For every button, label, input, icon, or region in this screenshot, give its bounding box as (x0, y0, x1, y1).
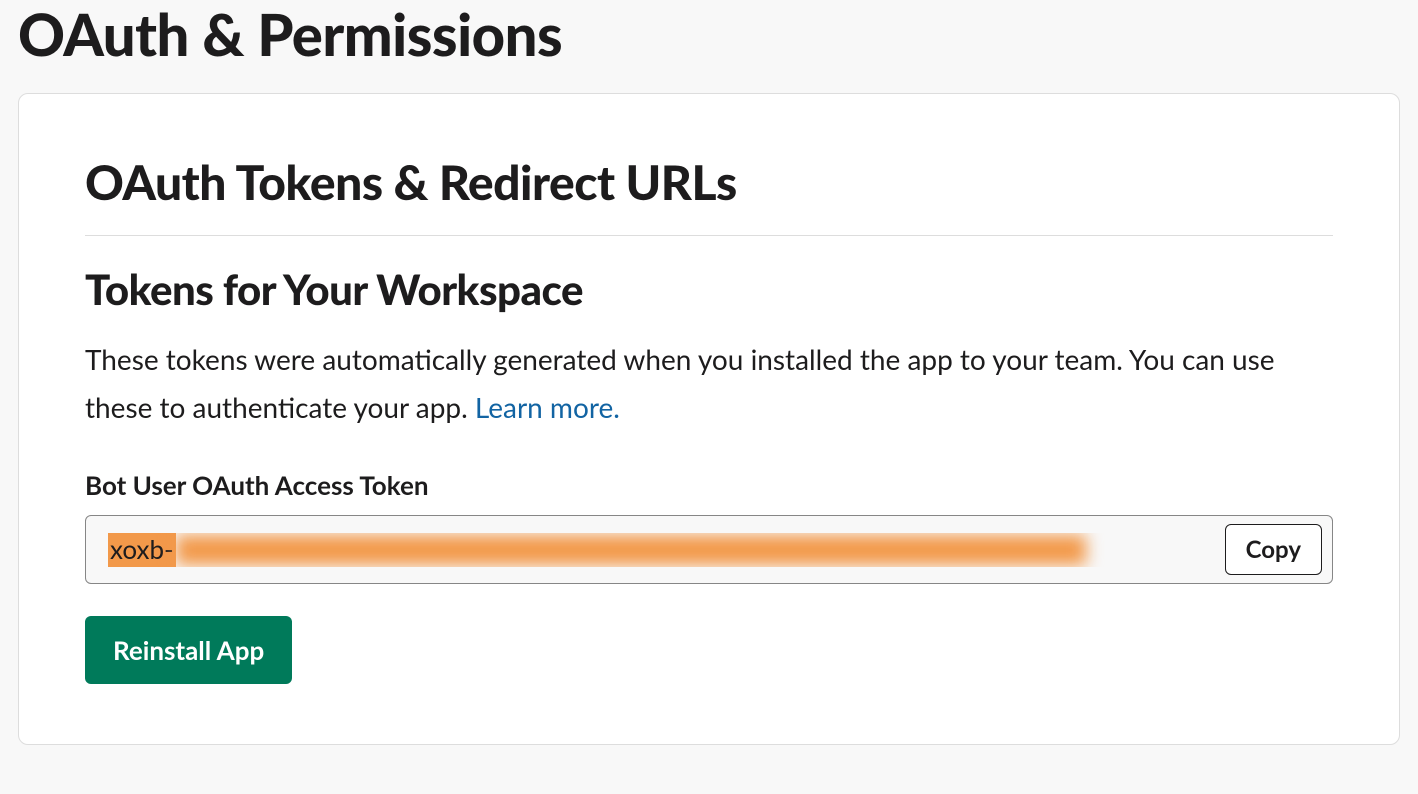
tokens-subsection-title: Tokens for Your Workspace (85, 264, 1333, 314)
section-title: OAuth Tokens & Redirect URLs (85, 154, 1333, 235)
learn-more-link[interactable]: Learn more. (475, 390, 620, 424)
reinstall-app-button[interactable]: Reinstall App (85, 616, 292, 684)
tokens-description-text: These tokens were automatically generate… (85, 342, 1275, 424)
bot-token-value[interactable]: xoxb- (108, 533, 1209, 567)
tokens-description: These tokens were automatically generate… (85, 336, 1333, 431)
copy-button[interactable]: Copy (1225, 524, 1322, 575)
bot-token-redacted (176, 535, 1086, 565)
oauth-card: OAuth Tokens & Redirect URLs Tokens for … (18, 93, 1400, 745)
divider (85, 235, 1333, 236)
bot-token-label: Bot User OAuth Access Token (85, 469, 1333, 501)
bot-token-row: xoxb- Copy (85, 515, 1333, 584)
bot-token-prefix: xoxb- (108, 533, 176, 567)
page-title: OAuth & Permissions (0, 0, 1418, 93)
